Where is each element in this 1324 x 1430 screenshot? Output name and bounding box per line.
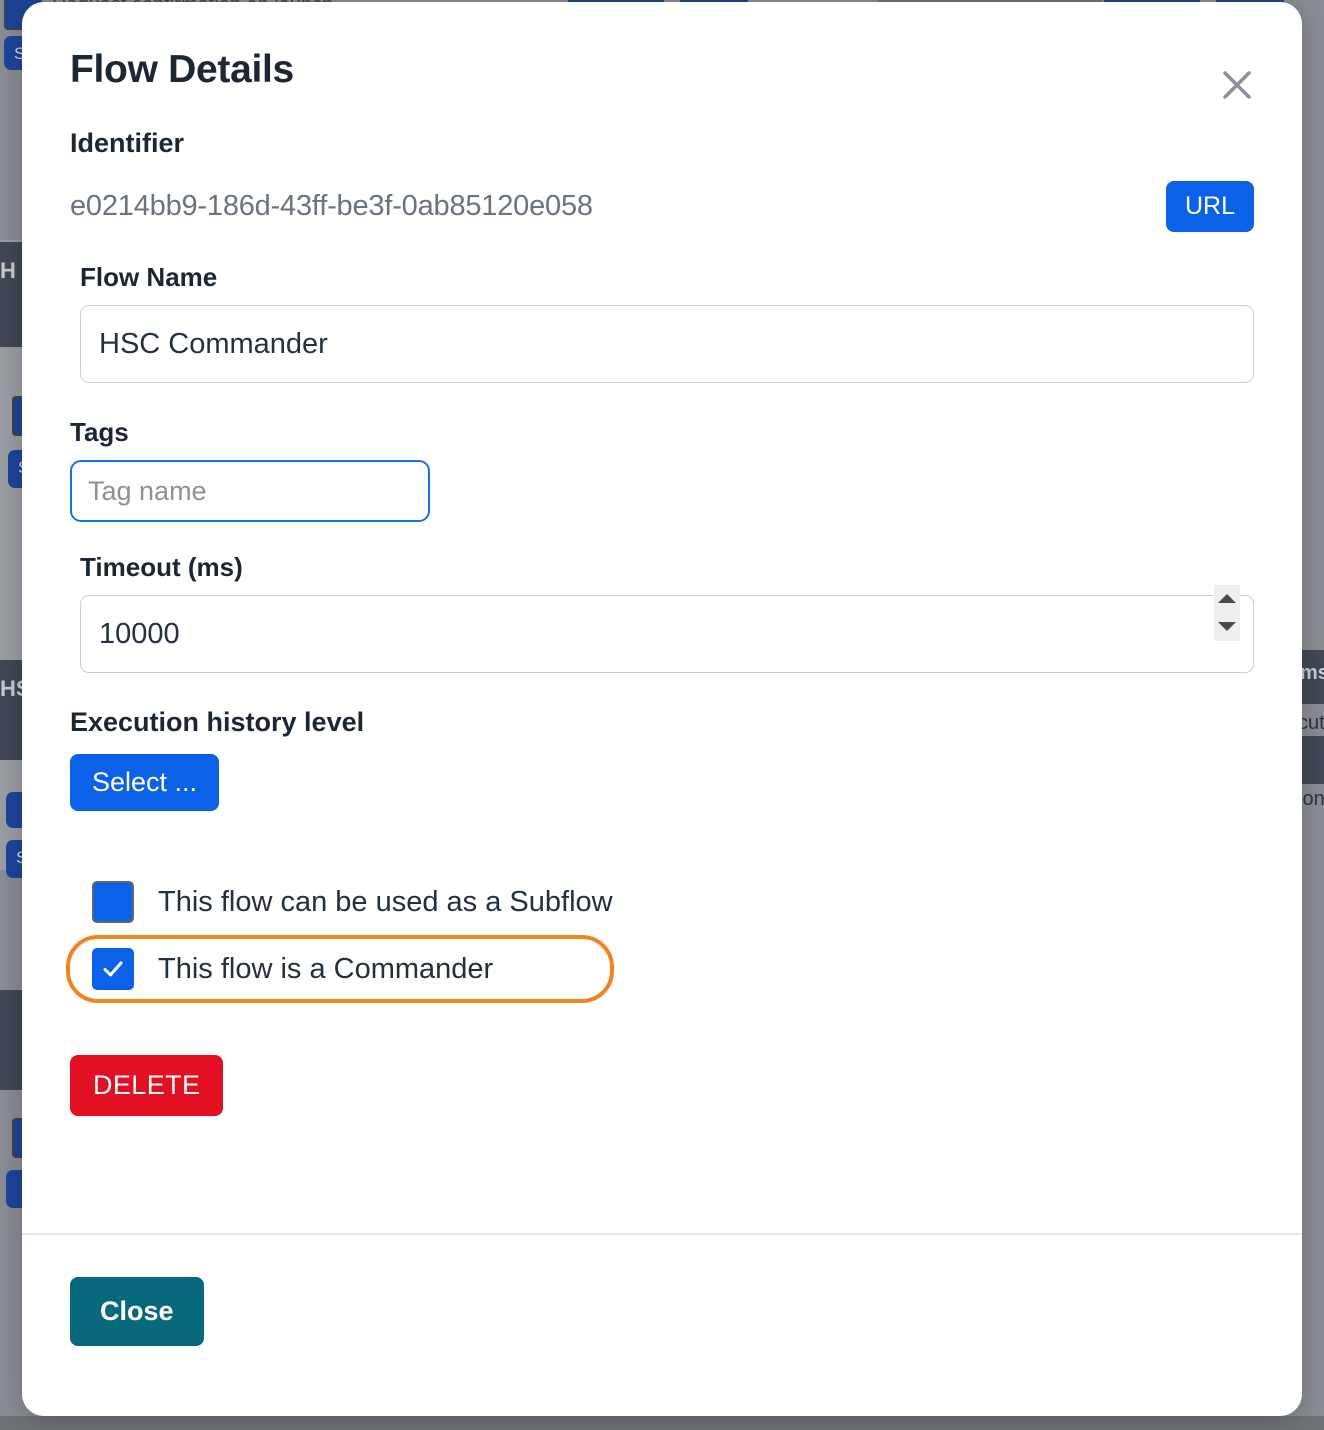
timeout-input[interactable] bbox=[80, 595, 1254, 673]
close-x-icon[interactable] bbox=[1214, 62, 1260, 108]
spinner-up-icon[interactable] bbox=[1218, 594, 1236, 603]
close-button[interactable]: Close bbox=[70, 1277, 204, 1346]
flow-name-label: Flow Name bbox=[80, 262, 218, 292]
identifier-row: e0214bb9-186d-43ff-be3f-0ab85120e058 URL bbox=[70, 181, 1254, 232]
subflow-checkbox[interactable] bbox=[92, 881, 134, 923]
number-spinner[interactable] bbox=[1214, 584, 1240, 641]
tags-section: Tags bbox=[70, 417, 1254, 522]
timeout-label: Timeout (ms) bbox=[80, 552, 243, 582]
page-title: Flow Details bbox=[70, 48, 294, 91]
commander-checkbox-label: This flow is a Commander bbox=[158, 952, 494, 985]
flow-name-section: Flow Name bbox=[70, 262, 1254, 383]
execution-history-section: Execution history level Select ... bbox=[70, 707, 1254, 811]
checkbox-group: This flow can be used as a Subflow This … bbox=[66, 873, 1254, 1003]
timeout-section: Timeout (ms) bbox=[70, 552, 1254, 673]
flow-name-input[interactable] bbox=[80, 305, 1254, 383]
tags-label: Tags bbox=[70, 417, 129, 447]
execution-history-select-button[interactable]: Select ... bbox=[70, 754, 220, 811]
url-button[interactable]: URL bbox=[1165, 181, 1254, 232]
identifier-value: e0214bb9-186d-43ff-be3f-0ab85120e058 bbox=[70, 190, 593, 222]
identifier-label: Identifier bbox=[70, 128, 185, 158]
execution-history-label: Execution history level bbox=[70, 707, 365, 737]
commander-checkbox-row[interactable]: This flow is a Commander bbox=[66, 935, 614, 1003]
flow-details-modal: Flow Details Identifier e0214bb9-186d-43… bbox=[22, 2, 1302, 1416]
commander-checkbox[interactable] bbox=[92, 948, 134, 990]
delete-button[interactable]: DELETE bbox=[70, 1055, 224, 1116]
subflow-checkbox-label: This flow can be used as a Subflow bbox=[158, 885, 613, 918]
subflow-checkbox-row[interactable]: This flow can be used as a Subflow bbox=[70, 873, 1254, 931]
modal-footer: Close bbox=[22, 1233, 1302, 1416]
backdrop-bottom-strip bbox=[0, 1416, 1324, 1430]
identifier-section: Identifier e0214bb9-186d-43ff-be3f-0ab85… bbox=[70, 128, 1254, 232]
modal-body: Flow Details Identifier e0214bb9-186d-43… bbox=[22, 2, 1302, 1233]
spinner-down-icon[interactable] bbox=[1218, 622, 1236, 631]
tag-name-input[interactable] bbox=[70, 460, 430, 522]
